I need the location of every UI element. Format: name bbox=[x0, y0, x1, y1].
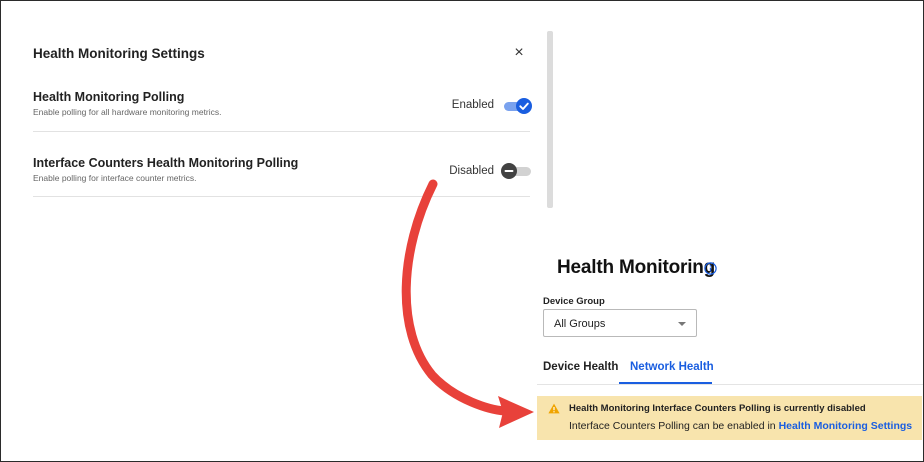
check-icon bbox=[519, 102, 529, 110]
tabs-divider bbox=[537, 384, 923, 385]
minus-icon bbox=[504, 170, 514, 172]
device-group-value: All Groups bbox=[554, 318, 606, 330]
scrollbar[interactable] bbox=[547, 31, 553, 208]
close-button[interactable]: × bbox=[510, 44, 528, 62]
status-label-disabled: Disabled bbox=[449, 165, 494, 177]
tab-network-health[interactable]: Network Health bbox=[630, 361, 714, 373]
interface-polling-toggle[interactable] bbox=[501, 163, 533, 179]
chevron-down-icon bbox=[678, 322, 686, 326]
close-icon: × bbox=[514, 44, 524, 61]
warning-icon bbox=[548, 403, 560, 414]
device-group-label: Device Group bbox=[543, 296, 605, 307]
warning-text: Interface Counters Polling can be enable… bbox=[569, 420, 912, 432]
device-group-select[interactable]: All Groups bbox=[543, 309, 697, 337]
divider bbox=[33, 196, 530, 197]
divider bbox=[33, 131, 530, 132]
warning-title: Health Monitoring Interface Counters Pol… bbox=[569, 403, 866, 414]
health-monitoring-settings-link[interactable]: Health Monitoring Settings bbox=[779, 420, 913, 432]
tab-device-health[interactable]: Device Health bbox=[543, 361, 618, 373]
page-title: Health Monitoring bbox=[557, 257, 716, 278]
health-polling-toggle[interactable] bbox=[500, 98, 532, 114]
toggle-knob bbox=[501, 163, 517, 179]
screenshot-frame bbox=[0, 0, 924, 462]
toggle-knob bbox=[516, 98, 532, 114]
dialog-title: Health Monitoring Settings bbox=[33, 46, 205, 61]
warning-text-prefix: Interface Counters Polling can be enable… bbox=[569, 420, 779, 432]
info-icon[interactable] bbox=[704, 262, 717, 275]
status-label-enabled: Enabled bbox=[451, 99, 494, 111]
